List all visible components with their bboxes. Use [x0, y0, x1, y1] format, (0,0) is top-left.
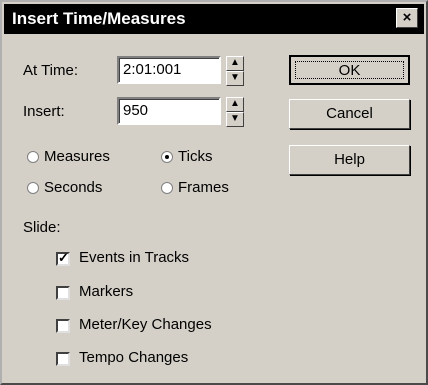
- insert-spinner[interactable]: ▲ ▼: [226, 97, 244, 127]
- markers-checkbox[interactable]: [56, 286, 70, 300]
- meter-key-changes-label[interactable]: Meter/Key Changes: [79, 316, 212, 333]
- ticks-radio[interactable]: [161, 151, 173, 163]
- tempo-changes-label[interactable]: Tempo Changes: [79, 349, 188, 366]
- slide-label: Slide:: [23, 219, 61, 236]
- insert-label: Insert:: [23, 103, 65, 120]
- meter-key-changes-checkbox[interactable]: [56, 319, 70, 333]
- insert-input[interactable]: 950: [117, 97, 221, 125]
- measures-radio-label[interactable]: Measures: [44, 148, 110, 165]
- insert-time-measures-dialog: Insert Time/Measures × At Time: 2:01:001…: [0, 0, 428, 385]
- events-in-tracks-checkbox[interactable]: [56, 250, 70, 266]
- ok-button[interactable]: OK: [289, 55, 410, 85]
- at-time-down-arrow-icon[interactable]: ▼: [226, 71, 244, 86]
- ticks-radio-label[interactable]: Ticks: [178, 148, 212, 165]
- frames-radio[interactable]: [161, 182, 173, 194]
- ok-button-label: OK: [295, 61, 404, 79]
- measures-radio[interactable]: [27, 151, 39, 163]
- tempo-changes-checkbox[interactable]: [56, 352, 70, 366]
- cancel-button[interactable]: Cancel: [289, 99, 410, 129]
- insert-down-arrow-icon[interactable]: ▼: [226, 112, 244, 127]
- at-time-spinner[interactable]: ▲ ▼: [226, 56, 244, 86]
- seconds-radio-label[interactable]: Seconds: [44, 179, 102, 196]
- title-bar[interactable]: Insert Time/Measures ×: [4, 4, 424, 34]
- insert-up-arrow-icon[interactable]: ▲: [226, 97, 244, 112]
- seconds-radio[interactable]: [27, 182, 39, 194]
- dialog-title: Insert Time/Measures: [12, 9, 186, 28]
- events-in-tracks-label[interactable]: Events in Tracks: [79, 249, 189, 266]
- at-time-label: At Time:: [23, 62, 79, 79]
- frames-radio-label[interactable]: Frames: [178, 179, 229, 196]
- markers-label[interactable]: Markers: [79, 283, 133, 300]
- close-button[interactable]: ×: [396, 8, 418, 28]
- help-button[interactable]: Help: [289, 145, 410, 175]
- at-time-up-arrow-icon[interactable]: ▲: [226, 56, 244, 71]
- at-time-input[interactable]: 2:01:001: [117, 56, 221, 84]
